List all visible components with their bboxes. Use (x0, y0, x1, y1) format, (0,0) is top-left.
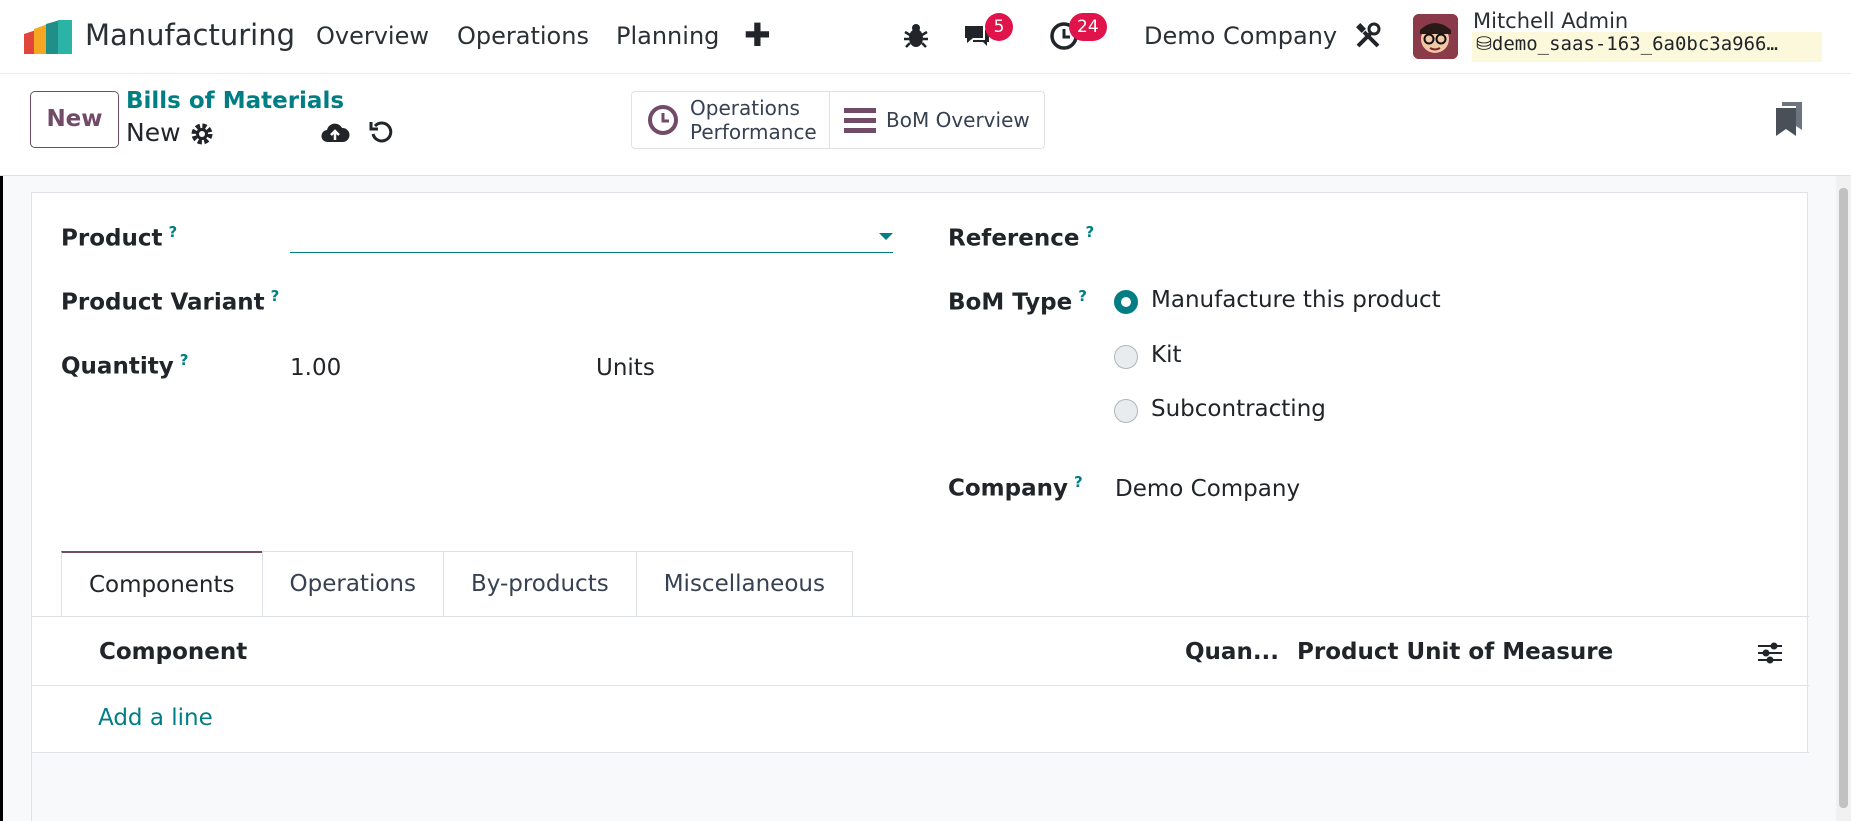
radio-kit[interactable] (1114, 345, 1138, 369)
discard-undo-icon[interactable] (368, 118, 396, 146)
breadcrumb-current: New (126, 118, 181, 147)
add-a-line-link[interactable]: Add a line (98, 705, 213, 731)
clock-icon (648, 105, 678, 135)
optional-columns-sliders-icon[interactable] (1757, 640, 1783, 666)
help-icon[interactable]: ? (1074, 473, 1083, 491)
top-navbar: Manufacturing Overview Operations Planni… (0, 0, 1851, 74)
control-panel: New Bills of Materials New Operations Pe… (0, 74, 1851, 176)
avatar[interactable] (1413, 14, 1458, 59)
new-button[interactable]: New (30, 91, 119, 148)
bom-overview-label: BoM Overview (886, 108, 1030, 132)
bars-icon (844, 108, 876, 133)
company-field[interactable]: Demo Company (1115, 476, 1300, 502)
quantity-field[interactable]: 1.00 (290, 355, 341, 381)
menu-planning[interactable]: Planning (616, 22, 719, 50)
smart-buttons: Operations Performance BoM Overview (631, 91, 1045, 149)
product-variant-label: Product Variant? (61, 287, 280, 316)
radio-subcontracting[interactable] (1114, 399, 1138, 423)
notebook-tabs: Components Operations By-products Miscel… (61, 551, 853, 617)
messages-count-badge: 5 (985, 13, 1013, 41)
plus-icon[interactable]: ✚ (744, 16, 771, 54)
tab-by-products[interactable]: By-products (442, 551, 637, 617)
database-icon: ⛁ (1476, 33, 1492, 55)
quantity-label: Quantity? (61, 351, 189, 380)
chevron-down-icon[interactable] (879, 233, 893, 240)
radio-manufacture[interactable] (1114, 290, 1138, 314)
product-input[interactable] (290, 223, 893, 253)
table-header-divider (32, 685, 1809, 686)
product-label: Product? (61, 223, 178, 252)
bom-type-option-kit[interactable]: Kit (1151, 342, 1182, 368)
help-icon[interactable]: ? (271, 287, 280, 305)
company-switcher[interactable]: Demo Company (1144, 22, 1337, 50)
help-icon[interactable]: ? (1078, 287, 1087, 305)
scrollbar-thumb[interactable] (1839, 188, 1848, 808)
form-sheet: Product? Product Variant? Quantity? 1.00… (31, 192, 1809, 821)
column-product-uom[interactable]: Product Unit of Measure (1297, 639, 1613, 665)
tab-operations[interactable]: Operations (261, 551, 444, 617)
menu-overview[interactable]: Overview (316, 22, 429, 50)
bom-type-label: BoM Type? (948, 287, 1087, 316)
table-empty-area (32, 753, 1809, 821)
save-cloud-icon[interactable] (320, 118, 350, 148)
tabs-divider (32, 616, 1809, 617)
reference-label: Reference? (948, 223, 1095, 252)
scrollbar[interactable] (1836, 176, 1851, 821)
column-quantity[interactable]: Quan... (1185, 639, 1279, 665)
column-component[interactable]: Component (99, 639, 247, 665)
bom-overview-button[interactable]: BoM Overview (830, 92, 1044, 148)
tab-components[interactable]: Components (61, 551, 263, 617)
help-icon[interactable]: ? (168, 223, 177, 241)
bom-type-option-manufacture[interactable]: Manufacture this product (1151, 287, 1441, 313)
user-name[interactable]: Mitchell Admin (1473, 9, 1628, 33)
help-icon[interactable]: ? (1085, 223, 1094, 241)
help-icon[interactable]: ? (180, 351, 189, 369)
bookmark-icon[interactable] (1776, 102, 1802, 136)
app-title[interactable]: Manufacturing (85, 18, 295, 52)
tools-icon[interactable] (1352, 20, 1384, 52)
gear-icon[interactable] (189, 121, 215, 147)
breadcrumb-bills-of-materials[interactable]: Bills of Materials (126, 88, 344, 114)
menu-operations[interactable]: Operations (457, 22, 589, 50)
debug-bug-icon[interactable] (900, 20, 932, 52)
manufacturing-app-icon[interactable] (24, 20, 72, 54)
bom-type-option-subcontracting[interactable]: Subcontracting (1151, 396, 1326, 422)
company-label: Company? (948, 473, 1083, 502)
activities-count-badge: 24 (1069, 13, 1107, 41)
tab-miscellaneous[interactable]: Miscellaneous (635, 551, 853, 617)
operations-performance-button[interactable]: Operations Performance (632, 92, 830, 148)
uom-field[interactable]: Units (596, 355, 655, 381)
database-name[interactable]: ⛁demo_saas-163_6a0bc3a966… (1472, 32, 1822, 62)
operations-performance-label: Operations Performance (690, 96, 817, 144)
